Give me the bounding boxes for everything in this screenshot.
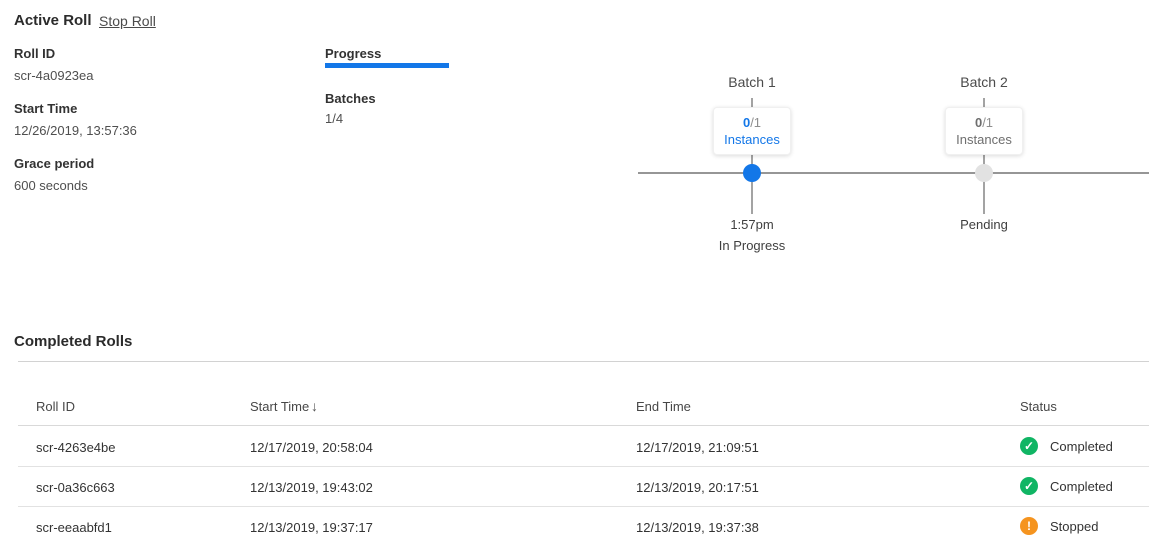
status-stopped-icon: !: [1020, 517, 1038, 535]
batch-2-instances-card: 0/1 Instances: [945, 107, 1023, 155]
batch-2-instance-count: 0/1: [946, 115, 1022, 130]
cell-roll-id: scr-0a36c663: [36, 480, 115, 495]
cell-status: ! Stopped: [1020, 517, 1098, 535]
status-label: Completed: [1050, 439, 1113, 454]
roll-id-label: Roll ID: [14, 46, 94, 61]
row-divider: [18, 466, 1149, 467]
cell-start-time: 12/17/2019, 20:58:04: [250, 440, 373, 455]
active-roll-title: Active Roll: [14, 12, 92, 29]
timeline-axis: [638, 172, 1149, 174]
grace-period-field: Grace period 600 seconds: [14, 156, 94, 193]
section-divider: [18, 361, 1149, 362]
roll-id-value: scr-4a0923ea: [14, 68, 94, 83]
status-label: Completed: [1050, 479, 1113, 494]
batches-label: Batches: [325, 91, 376, 106]
column-header-status[interactable]: Status: [1020, 399, 1057, 414]
batch-1-time: 1:57pm: [692, 217, 812, 232]
row-divider: [18, 506, 1149, 507]
batch-1-status: In Progress: [692, 238, 812, 253]
progress-bar-fill: [325, 63, 449, 68]
cell-status: ✓ Completed: [1020, 437, 1113, 455]
grace-period-value: 600 seconds: [14, 178, 94, 193]
batch-1-instance-count: 0/1: [714, 115, 790, 130]
cell-start-time: 12/13/2019, 19:37:17: [250, 520, 373, 535]
roll-id-field: Roll ID scr-4a0923ea: [14, 46, 94, 83]
batch-2-timeline-dot: [975, 164, 993, 182]
start-time-field: Start Time 12/26/2019, 13:57:36: [14, 101, 137, 138]
batch-1-instances-label: Instances: [714, 132, 790, 147]
column-header-end-time[interactable]: End Time: [636, 399, 691, 414]
batch-1-instances-card[interactable]: 0/1 Instances: [713, 107, 791, 155]
cell-end-time: 12/13/2019, 19:37:38: [636, 520, 759, 535]
start-time-label: Start Time: [14, 101, 137, 116]
batch-2-instances-label: Instances: [946, 132, 1022, 147]
sort-desc-icon[interactable]: ↓: [311, 398, 318, 414]
status-completed-icon: ✓: [1020, 437, 1038, 455]
batch-2-count-total: /1: [982, 115, 993, 130]
cell-roll-id: scr-4263e4be: [36, 440, 116, 455]
progress-label: Progress: [325, 46, 381, 61]
cell-start-time: 12/13/2019, 19:43:02: [250, 480, 373, 495]
status-completed-icon: ✓: [1020, 477, 1038, 495]
column-header-start-time[interactable]: Start Time: [250, 399, 309, 414]
column-header-roll-id[interactable]: Roll ID: [36, 399, 75, 414]
batch-2-time: Pending: [924, 217, 1044, 232]
batch-1-name: Batch 1: [692, 74, 812, 90]
batch-2-name: Batch 2: [924, 74, 1044, 90]
status-label: Stopped: [1050, 519, 1098, 534]
cell-status: ✓ Completed: [1020, 477, 1113, 495]
batches-value: 1/4: [325, 111, 343, 126]
roll-dashboard: Active Roll Stop Roll Roll ID scr-4a0923…: [0, 0, 1149, 545]
table-header-divider: [18, 425, 1149, 426]
cell-end-time: 12/13/2019, 20:17:51: [636, 480, 759, 495]
completed-rolls-title: Completed Rolls: [14, 333, 132, 350]
grace-period-label: Grace period: [14, 156, 94, 171]
batch-1-count-total: /1: [750, 115, 761, 130]
start-time-value: 12/26/2019, 13:57:36: [14, 123, 137, 138]
progress-bar: [325, 63, 449, 68]
cell-roll-id: scr-eeaabfd1: [36, 520, 112, 535]
stop-roll-link[interactable]: Stop Roll: [99, 13, 156, 29]
batch-1-timeline-dot: [743, 164, 761, 182]
cell-end-time: 12/17/2019, 21:09:51: [636, 440, 759, 455]
